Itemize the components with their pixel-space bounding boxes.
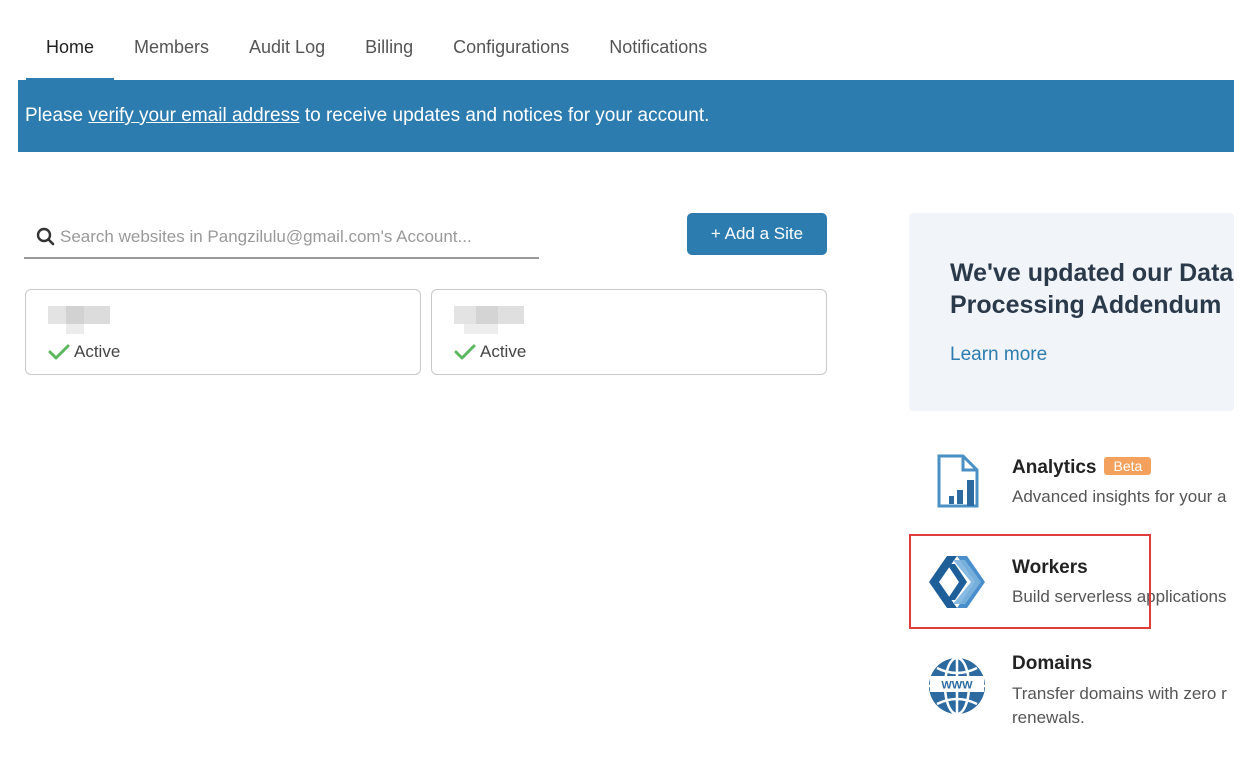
- product-name: Workers: [1012, 557, 1088, 578]
- banner-text-prefix: Please: [25, 105, 89, 126]
- beta-badge: Beta: [1104, 457, 1152, 475]
- product-description: Build serverless applications: [1012, 587, 1227, 606]
- tab-home[interactable]: Home: [18, 14, 115, 82]
- analytics-icon: [925, 450, 989, 514]
- tab-notifications[interactable]: Notifications: [589, 14, 727, 80]
- tab-configurations[interactable]: Configurations: [433, 14, 589, 80]
- banner-text-suffix: to receive updates and notices for your …: [299, 105, 710, 126]
- svg-text:WWW: WWW: [941, 680, 973, 692]
- product-name: Analytics Beta: [1012, 457, 1152, 479]
- tab-audit-log[interactable]: Audit Log: [229, 14, 345, 80]
- product-description: Advanced insights for your a: [1012, 487, 1227, 506]
- verify-email-banner: Please verify your email address to rece…: [18, 80, 1234, 152]
- learn-more-link[interactable]: Learn more: [950, 344, 1047, 366]
- site-status: Active: [454, 342, 526, 362]
- site-status: Active: [48, 342, 120, 362]
- add-site-button[interactable]: + Add a Site: [687, 213, 827, 255]
- site-status-label: Active: [480, 342, 527, 361]
- workers-icon: [925, 550, 989, 614]
- product-description: Transfer domains with zero r renewals.: [1012, 684, 1227, 727]
- top-nav: Home Members Audit Log Billing Configura…: [18, 14, 1234, 82]
- search-icon: [36, 226, 58, 248]
- check-icon: [454, 344, 476, 360]
- product-domains[interactable]: WWW Domains Transfer domains with zero r…: [917, 650, 1234, 740]
- site-name-redacted: [48, 306, 112, 334]
- dpa-update-panel: We've updated our Data Processing Addend…: [909, 213, 1234, 411]
- search-input[interactable]: [60, 227, 530, 247]
- site-search: [24, 217, 539, 259]
- site-status-label: Active: [74, 342, 121, 361]
- product-name: Domains: [1012, 653, 1093, 674]
- globe-www-icon: WWW: [925, 650, 989, 716]
- site-name-redacted: [454, 306, 524, 334]
- site-card[interactable]: Active: [431, 289, 827, 375]
- site-card[interactable]: Active: [25, 289, 421, 375]
- promo-title: We've updated our Data Processing Addend…: [950, 259, 1234, 319]
- product-workers[interactable]: Workers Build serverless applications: [917, 550, 1234, 630]
- check-icon: [48, 344, 70, 360]
- product-analytics[interactable]: Analytics Beta Advanced insights for your…: [917, 450, 1234, 530]
- tab-billing[interactable]: Billing: [345, 14, 433, 80]
- tab-members[interactable]: Members: [114, 14, 229, 80]
- verify-email-link[interactable]: verify your email address: [88, 105, 299, 127]
